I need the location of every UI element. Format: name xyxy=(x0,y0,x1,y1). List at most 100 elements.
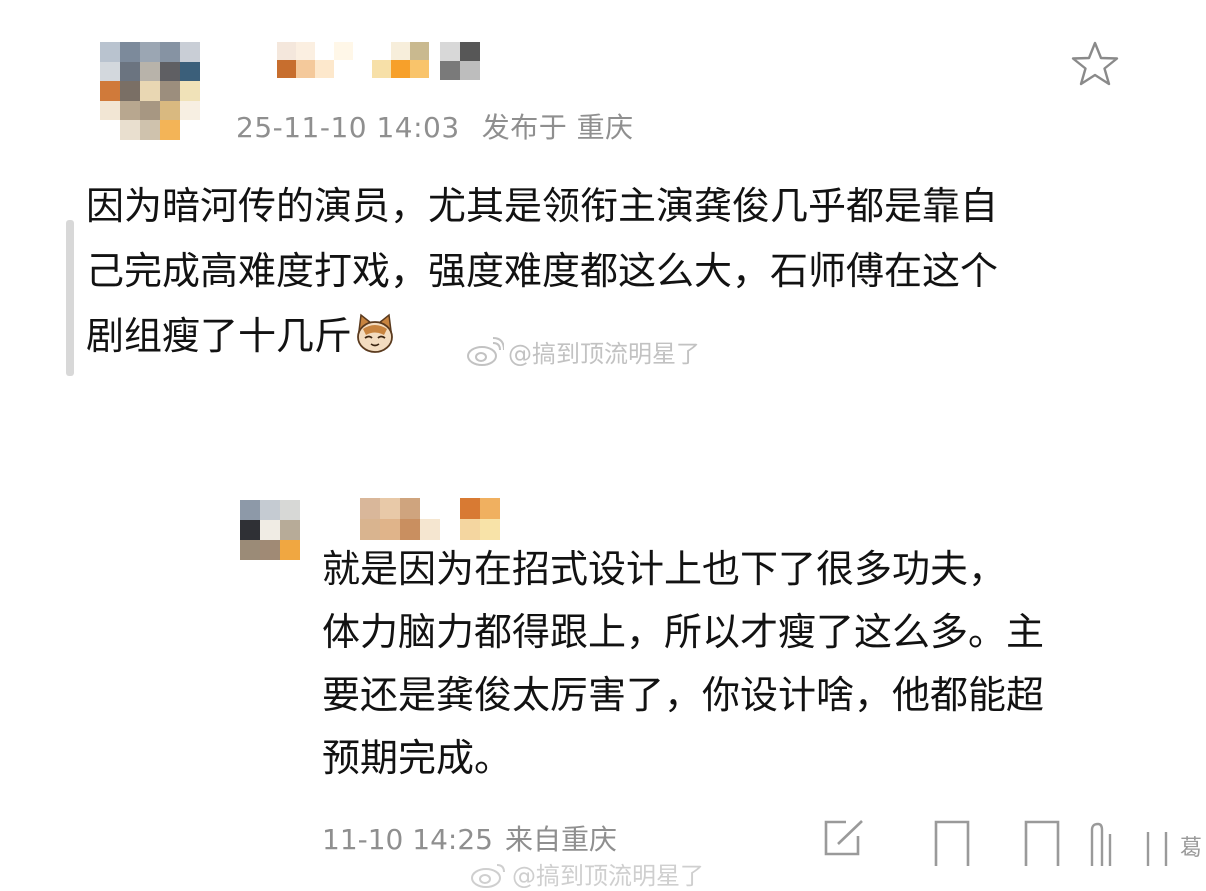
comment-line: 己完成高难度打戏，强度难度都这么大，石师傅在这个 xyxy=(86,249,999,293)
mosaic-cell xyxy=(140,120,160,140)
mosaic-cell xyxy=(277,60,296,78)
mosaic-cell xyxy=(334,60,353,78)
mosaic-cell xyxy=(480,519,500,540)
more-icon[interactable] xyxy=(1140,822,1184,868)
reply-location: 来自重庆 xyxy=(504,823,617,856)
mosaic-cell xyxy=(120,100,140,121)
reply-line: 预期完成。 xyxy=(322,736,513,780)
mosaic-cell xyxy=(140,100,160,121)
reply-meta: 11-10 14:25 来自重庆 xyxy=(322,818,617,858)
star-outline-icon[interactable] xyxy=(1070,40,1120,88)
weibo-icon xyxy=(467,336,504,366)
mosaic-cell xyxy=(260,500,280,520)
mosaic-cell xyxy=(420,498,440,519)
mosaic-cell xyxy=(360,498,380,519)
watermark-bottom: @搞到顶流明星了 xyxy=(470,856,704,891)
mosaic-cell xyxy=(340,519,360,540)
mosaic-cell xyxy=(120,61,140,82)
mosaic-cell xyxy=(360,519,380,540)
mosaic-cell xyxy=(460,42,480,61)
reply-username-pixelated[interactable] xyxy=(340,498,520,540)
mosaic-cell xyxy=(480,498,500,519)
mosaic-cell xyxy=(391,60,410,78)
mosaic-cell xyxy=(460,519,480,540)
watermark: @搞到顶流明星了 xyxy=(466,334,700,369)
mosaic-cell xyxy=(410,60,429,78)
reply-body: 就是因为在招式设计上也下了很多功夫， 体力脑力都得跟上，所以才瘦了这么多。主 要… xyxy=(322,538,1142,790)
quote-bar xyxy=(66,220,74,376)
mosaic-cell xyxy=(180,100,200,121)
mosaic-cell xyxy=(277,42,296,60)
mosaic-cell xyxy=(120,120,140,140)
comment-meta: 25-11-10 14:03 发布于 重庆 xyxy=(236,106,634,146)
share-icon[interactable] xyxy=(930,818,974,868)
mosaic-cell xyxy=(353,60,372,78)
mosaic-cell xyxy=(340,498,360,519)
mosaic-cell xyxy=(160,81,180,101)
mosaic-cell xyxy=(400,498,420,519)
edge-text: 葛 xyxy=(1180,836,1203,861)
like-icon[interactable] xyxy=(1082,822,1126,868)
cat-face-icon xyxy=(357,313,393,353)
mosaic-cell xyxy=(120,42,140,62)
mosaic-cell xyxy=(500,498,520,519)
mosaic-cell xyxy=(280,500,300,520)
avatar[interactable] xyxy=(100,42,200,140)
username-badge-pixelated xyxy=(440,42,480,80)
mosaic-cell xyxy=(260,520,280,540)
mosaic-cell xyxy=(440,498,460,519)
mosaic-cell xyxy=(280,520,300,540)
mosaic-cell xyxy=(460,498,480,519)
mosaic-cell xyxy=(160,100,180,121)
mosaic-cell xyxy=(258,60,277,78)
mosaic-cell xyxy=(160,120,180,140)
reply-line: 要还是龚俊太厉害了，你设计啥，他都能超 xyxy=(322,673,1045,717)
comment-line: 因为暗河传的演员，尤其是领衔主演龚俊几乎都是靠自 xyxy=(86,184,999,228)
reply-line: 就是因为在招式设计上也下了很多功夫， xyxy=(322,547,1007,591)
edit-icon[interactable] xyxy=(822,818,866,858)
comment-line-text: 剧组瘦了十几斤 xyxy=(86,314,353,358)
mosaic-cell xyxy=(440,42,460,61)
mosaic-cell xyxy=(100,81,120,101)
mosaic-cell xyxy=(353,42,372,60)
mosaic-cell xyxy=(180,120,200,140)
mosaic-cell xyxy=(410,42,429,60)
mosaic-cell xyxy=(180,42,200,62)
mosaic-cell xyxy=(280,540,300,560)
mosaic-cell xyxy=(380,519,400,540)
mosaic-cell xyxy=(120,81,140,101)
mosaic-cell xyxy=(100,61,120,82)
mosaic-cell xyxy=(100,120,120,140)
mosaic-cell xyxy=(180,61,200,82)
mosaic-cell xyxy=(420,519,440,540)
mosaic-cell xyxy=(334,42,353,60)
weibo-icon xyxy=(471,863,505,888)
mosaic-cell xyxy=(160,42,180,62)
mosaic-cell xyxy=(440,61,460,80)
mosaic-cell xyxy=(296,42,315,60)
mosaic-cell xyxy=(440,519,460,540)
mosaic-cell xyxy=(380,498,400,519)
mosaic-cell xyxy=(180,81,200,101)
mosaic-cell xyxy=(258,42,277,60)
mosaic-cell xyxy=(372,42,391,60)
comment-location: 发布于 重庆 xyxy=(481,111,634,144)
mosaic-cell xyxy=(100,42,120,62)
mosaic-cell xyxy=(400,519,420,540)
watermark-text: @搞到顶流明星了 xyxy=(512,862,704,890)
mosaic-cell xyxy=(296,60,315,78)
mosaic-cell xyxy=(315,42,334,60)
mosaic-cell xyxy=(100,100,120,121)
reply-avatar[interactable] xyxy=(240,500,300,560)
username-pixelated[interactable] xyxy=(258,42,429,78)
watermark-text: @搞到顶流明星了 xyxy=(508,340,700,368)
mosaic-cell xyxy=(140,61,160,82)
mosaic-cell xyxy=(140,81,160,101)
mosaic-cell xyxy=(240,540,260,560)
mosaic-cell xyxy=(460,61,480,80)
reply-icon[interactable] xyxy=(1020,818,1064,868)
mosaic-cell xyxy=(240,520,260,540)
mosaic-cell xyxy=(140,42,160,62)
comment-timestamp: 25-11-10 14:03 xyxy=(236,111,460,144)
mosaic-cell xyxy=(372,60,391,78)
